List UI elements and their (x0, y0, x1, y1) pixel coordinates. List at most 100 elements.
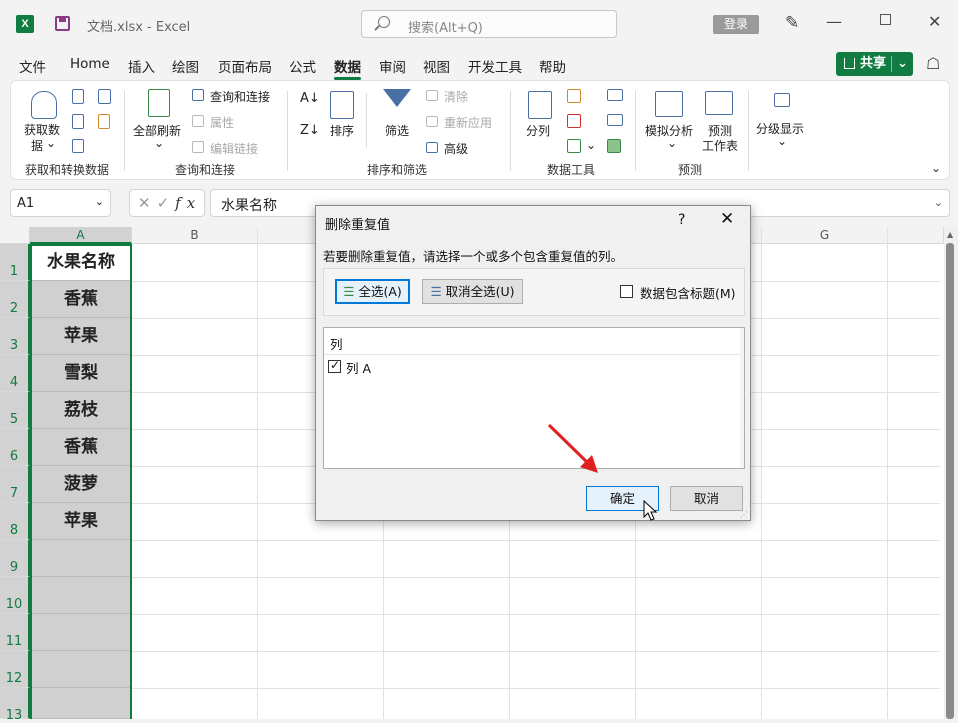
has-headers-checkbox[interactable] (620, 285, 633, 298)
row-header-3[interactable]: 3 (0, 318, 30, 355)
properties-button[interactable]: 属性 (210, 114, 234, 131)
name-box[interactable]: A1 ⌄ (10, 189, 111, 217)
column-header-b[interactable]: B (132, 227, 258, 244)
close-icon[interactable]: ✕ (720, 209, 734, 229)
column-a-checkbox[interactable] (328, 358, 341, 373)
remove-duplicates-icon[interactable] (567, 114, 581, 128)
column-a-label[interactable]: 列 A (346, 358, 371, 377)
minimize-icon[interactable]: — (826, 12, 842, 31)
get-data-label-2[interactable]: 据 (31, 137, 43, 154)
cell-a1[interactable]: 水果名称 (31, 244, 131, 281)
sort-descending-icon[interactable]: Z↓ (300, 123, 320, 138)
save-icon[interactable] (55, 16, 70, 31)
select-all-button[interactable]: ☰ 全选(A) (335, 279, 410, 304)
maximize-icon[interactable] (880, 14, 891, 25)
select-all-corner[interactable] (0, 227, 30, 244)
menu-page-layout[interactable]: 页面布局 (218, 56, 272, 76)
cell-a11[interactable] (31, 614, 131, 651)
consolidate-icon[interactable] (607, 89, 623, 101)
filter-button[interactable]: 筛选 (385, 122, 409, 139)
menu-review[interactable]: 审阅 (379, 56, 406, 76)
reapply-button[interactable]: 重新应用 (444, 114, 492, 131)
menu-formulas[interactable]: 公式 (289, 56, 316, 76)
pen-icon[interactable]: ✎ (785, 13, 799, 33)
column-header-g[interactable]: G (762, 227, 888, 244)
close-icon[interactable]: ✕ (928, 12, 941, 31)
chevron-down-icon[interactable]: ⌄ (897, 52, 908, 76)
enter-icon[interactable]: ✓ (157, 194, 176, 212)
menu-help[interactable]: 帮助 (539, 56, 566, 76)
queries-connections-button[interactable]: 查询和连接 (210, 88, 270, 105)
cell-a2[interactable]: 香蕉 (31, 281, 131, 318)
sort-button[interactable]: 排序 (330, 122, 354, 139)
forecast-label-2[interactable]: 工作表 (702, 137, 738, 154)
menu-insert[interactable]: 插入 (128, 56, 155, 76)
login-button[interactable]: 登录 (713, 15, 759, 34)
cell-a8[interactable]: 苹果 (31, 503, 131, 540)
row-header-2[interactable]: 2 (0, 281, 30, 318)
cell-a9[interactable] (31, 540, 131, 577)
menu-data[interactable]: 数据 (334, 56, 361, 80)
cancel-icon[interactable]: ✕ (138, 194, 157, 212)
column-header[interactable] (888, 227, 944, 244)
chevron-down-icon[interactable]: ⌄ (154, 136, 164, 150)
cell-a6[interactable]: 香蕉 (31, 429, 131, 466)
comments-icon[interactable]: ☖ (926, 54, 940, 73)
resize-grip-icon[interactable]: ⋰ (740, 510, 748, 519)
from-text-icon[interactable] (72, 89, 84, 104)
column-header-a[interactable]: A (30, 227, 132, 244)
cell-a13[interactable] (31, 688, 131, 719)
from-web-icon[interactable] (72, 114, 84, 129)
chevron-down-icon[interactable]: ⌄ (667, 136, 677, 150)
data-model-icon[interactable] (607, 139, 621, 153)
ribbon-collapse-icon[interactable]: ⌄ (931, 161, 941, 175)
row-header-7[interactable]: 7 (0, 466, 30, 503)
chevron-down-icon[interactable]: ⌄ (46, 136, 56, 150)
scrollbar-thumb[interactable] (946, 243, 954, 719)
relationships-icon[interactable] (607, 114, 623, 126)
row-header-6[interactable]: 6 (0, 429, 30, 466)
menu-developer[interactable]: 开发工具 (468, 56, 522, 76)
row-header-10[interactable]: 10 (0, 577, 30, 614)
help-icon[interactable]: ? (678, 212, 685, 228)
row-header-5[interactable]: 5 (0, 392, 30, 429)
flash-fill-icon[interactable] (567, 89, 581, 103)
chevron-down-icon[interactable]: ⌄ (777, 134, 787, 148)
has-headers-label[interactable]: 数据包含标题(M) (640, 283, 736, 302)
row-header-12[interactable]: 12 (0, 651, 30, 688)
cell-a12[interactable] (31, 651, 131, 688)
cell-a7[interactable]: 菠萝 (31, 466, 131, 503)
list-scrollbar[interactable] (740, 328, 744, 468)
row-header-4[interactable]: 4 (0, 355, 30, 392)
existing-connections-icon[interactable] (98, 114, 110, 129)
row-header-8[interactable]: 8 (0, 503, 30, 540)
row-header-11[interactable]: 11 (0, 614, 30, 651)
sort-ascending-icon[interactable]: A↓ (300, 91, 320, 106)
scroll-up-icon[interactable]: ▲ (947, 230, 953, 239)
text-to-columns-button[interactable]: 分列 (526, 122, 550, 139)
cell-a5[interactable]: 荔枝 (31, 392, 131, 429)
share-button[interactable]: 共享 ⌄ (836, 52, 913, 76)
unselect-all-button[interactable]: ☰ 取消全选(U) (422, 279, 523, 304)
cell-a4[interactable]: 雪梨 (31, 355, 131, 392)
chevron-down-icon[interactable]: ⌄ (934, 196, 943, 209)
from-table-icon[interactable] (72, 139, 84, 153)
menu-file[interactable]: 文件 (19, 56, 46, 76)
edit-links-button[interactable]: 编辑链接 (210, 140, 258, 157)
recent-sources-icon[interactable] (98, 89, 111, 104)
advanced-button[interactable]: 高级 (444, 140, 468, 157)
vertical-scrollbar[interactable]: ▲ (944, 227, 958, 719)
menu-view[interactable]: 视图 (423, 56, 450, 76)
row-header-9[interactable]: 9 (0, 540, 30, 577)
column-header[interactable] (258, 227, 316, 244)
clear-button[interactable]: 清除 (444, 88, 468, 105)
cell-a10[interactable] (31, 577, 131, 614)
row-header-1[interactable]: 1 (0, 244, 30, 281)
fx-icon[interactable]: fx (175, 194, 201, 212)
data-validation-icon[interactable] (567, 139, 581, 153)
menu-draw[interactable]: 绘图 (172, 56, 199, 76)
cancel-button[interactable]: 取消 (670, 486, 743, 511)
chevron-down-icon[interactable]: ⌄ (95, 195, 104, 208)
row-header-13[interactable]: 13 (0, 688, 30, 723)
chevron-down-icon[interactable]: ⌄ (586, 138, 596, 152)
